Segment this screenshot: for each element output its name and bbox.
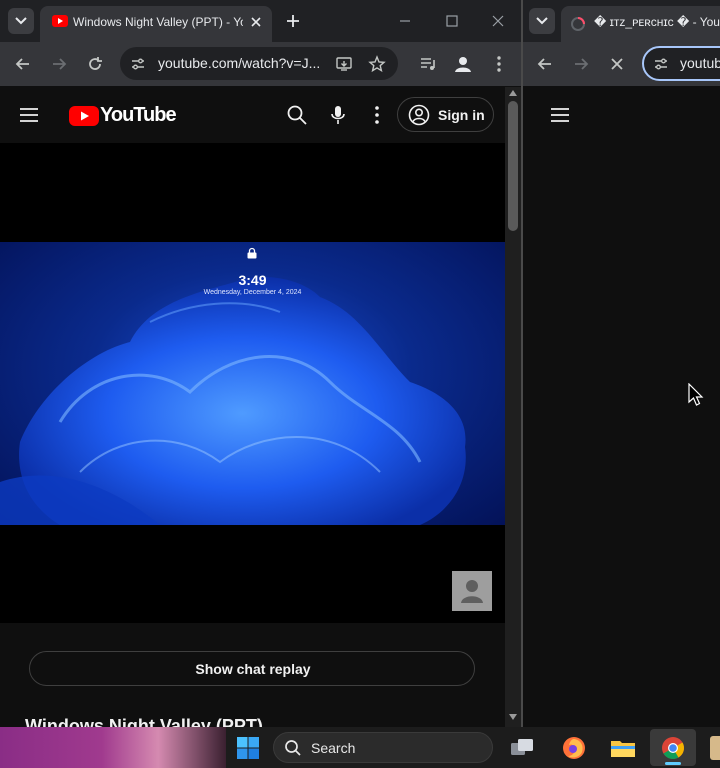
taskbar-app-partial[interactable]	[710, 736, 720, 760]
back-arrow-icon[interactable]	[535, 54, 555, 74]
taskbar: Search	[0, 727, 720, 768]
tab-search-button[interactable]	[8, 8, 34, 34]
youtube-header: YouTube Sign in	[0, 87, 505, 143]
lockscreen-date: Wednesday, December 4, 2024	[203, 289, 302, 296]
sign-in-label: Sign in	[438, 107, 485, 123]
reload-icon[interactable]	[85, 54, 105, 74]
maximize-icon[interactable]	[445, 14, 459, 28]
youtube-logo-icon	[69, 106, 99, 126]
windows-start-icon[interactable]	[236, 736, 260, 760]
back-arrow-icon[interactable]	[13, 54, 33, 74]
channel-avatar[interactable]	[452, 571, 492, 611]
loading-spinner-icon	[571, 17, 585, 31]
active-app-indicator	[665, 762, 681, 765]
scrollbar-thumb[interactable]	[508, 101, 518, 231]
video-player[interactable]: 3:49 Wednesday, December 4, 2024	[0, 143, 505, 623]
firefox-icon[interactable]	[561, 735, 587, 761]
taskbar-search-label: Search	[311, 740, 356, 756]
video-frame: 3:49 Wednesday, December 4, 2024	[0, 242, 505, 525]
tab-strip-right: � ɪᴛᴢ_ᴘᴇʀᴄʜɪᴄ � - YouTube	[523, 0, 720, 42]
chat-replay-label: Show chat replay	[195, 661, 311, 677]
url-text-right: youtub	[680, 55, 720, 71]
chevron-down-icon	[536, 17, 548, 25]
browser-toolbar: youtube.com/watch?v=J...	[0, 42, 521, 86]
browser-window-right: � ɪᴛᴢ_ᴘᴇʀᴄʜɪᴄ � - YouTube youtub	[523, 0, 720, 727]
taskbar-wallpaper-strip	[0, 727, 226, 768]
file-explorer-icon[interactable]	[609, 736, 637, 760]
hamburger-menu-icon[interactable]	[549, 104, 571, 126]
profile-icon[interactable]	[452, 53, 474, 75]
more-options-icon[interactable]	[366, 104, 388, 126]
browser-window-left: Windows Night Valley (PPT) - YouTube you…	[0, 0, 521, 727]
close-window-icon[interactable]	[490, 13, 506, 29]
media-queue-icon[interactable]	[418, 54, 438, 74]
tab-youtube-channel[interactable]: � ɪᴛᴢ_ᴘᴇʀᴄʜɪᴄ � - YouTube	[561, 6, 720, 42]
tab-title-right: � ɪᴛᴢ_ᴘᴇʀᴄʜɪᴄ � - YouTube	[594, 15, 720, 29]
stop-loading-icon[interactable]	[607, 54, 627, 74]
tab-search-button-right[interactable]	[529, 8, 555, 34]
youtube-favicon-icon	[52, 15, 68, 27]
search-icon[interactable]	[286, 104, 308, 126]
new-tab-icon[interactable]	[284, 12, 302, 30]
sign-in-button[interactable]: Sign in	[397, 97, 494, 132]
scroll-up-arrow-icon[interactable]	[509, 90, 517, 96]
url-text: youtube.com/watch?v=J...	[158, 55, 321, 71]
scroll-down-arrow-icon[interactable]	[509, 714, 517, 720]
tab-strip: Windows Night Valley (PPT) - YouTube	[0, 0, 521, 42]
hamburger-menu-icon[interactable]	[18, 104, 40, 126]
minimize-icon[interactable]	[398, 14, 412, 28]
youtube-wordmark: YouTube	[100, 104, 177, 126]
address-bar-right[interactable]: youtub	[642, 46, 720, 81]
search-icon	[285, 740, 301, 756]
install-app-icon[interactable]	[335, 55, 353, 73]
bookmark-star-icon[interactable]	[368, 55, 386, 73]
lock-icon	[247, 247, 257, 259]
site-settings-icon[interactable]	[130, 56, 146, 72]
lockscreen-time: 3:49	[238, 272, 267, 288]
task-view-icon[interactable]	[509, 736, 535, 760]
account-circle-icon	[408, 104, 430, 126]
browser-menu-icon[interactable]	[489, 54, 509, 74]
taskbar-search[interactable]: Search	[273, 732, 493, 763]
show-chat-replay-button[interactable]: Show chat replay	[29, 651, 475, 686]
person-placeholder-icon	[461, 580, 483, 603]
tab-title: Windows Night Valley (PPT) - YouTube	[73, 15, 243, 29]
site-settings-icon[interactable]	[653, 56, 669, 72]
browser-toolbar-right: youtub	[523, 42, 720, 86]
mouse-cursor-icon	[688, 383, 704, 406]
page-scrollbar[interactable]	[505, 87, 521, 727]
chrome-icon	[662, 737, 684, 759]
microphone-icon[interactable]	[327, 104, 349, 126]
forward-arrow-icon[interactable]	[571, 54, 591, 74]
address-bar[interactable]: youtube.com/watch?v=J...	[120, 47, 398, 80]
forward-arrow-icon[interactable]	[49, 54, 69, 74]
chrome-taskbar-button[interactable]	[650, 729, 696, 766]
tab-youtube-video[interactable]: Windows Night Valley (PPT) - YouTube	[40, 6, 272, 42]
video-title: Windows Night Valley (PPT)	[25, 716, 263, 727]
chevron-down-icon	[15, 17, 27, 25]
tab-close-icon[interactable]	[248, 14, 264, 30]
